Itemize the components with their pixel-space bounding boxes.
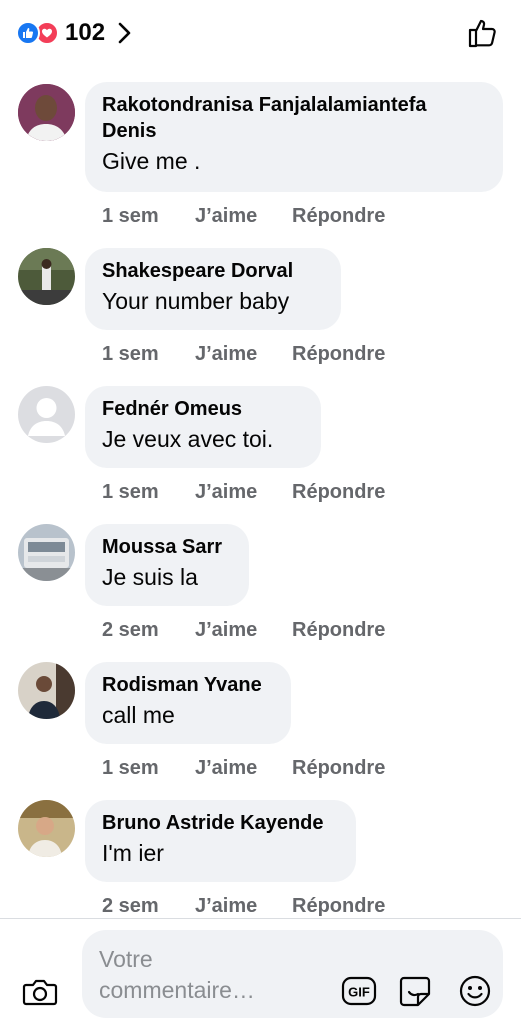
reactions-summary[interactable]: 102	[16, 18, 131, 48]
reaction-count: 102	[65, 19, 106, 46]
comment-time[interactable]: 1 sem	[102, 481, 195, 504]
comment-bubble[interactable]: Rodisman Yvane call me	[85, 662, 291, 744]
comment-time[interactable]: 1 sem	[102, 205, 195, 228]
emoji-icon[interactable]	[458, 974, 492, 1013]
chevron-right-icon[interactable]	[117, 22, 131, 44]
comment-text: Give me .	[102, 148, 201, 174]
comment-bubble[interactable]: Moussa Sarr Je suis la	[85, 524, 249, 606]
reply-link[interactable]: Répondre	[292, 619, 385, 642]
comment-text: Je suis la	[102, 564, 198, 590]
comment-actions: 1 sem J’aime Répondre	[102, 757, 385, 780]
reply-link[interactable]: Répondre	[292, 343, 385, 366]
camera-icon[interactable]	[22, 977, 58, 1012]
comment-author[interactable]: Moussa Sarr	[102, 534, 231, 560]
reactions-header: 102	[0, 0, 521, 66]
avatar[interactable]	[18, 800, 75, 857]
comment-time[interactable]: 1 sem	[102, 757, 195, 780]
avatar[interactable]	[18, 386, 75, 443]
thumbs-up-icon[interactable]	[467, 17, 499, 54]
comment-text: I'm ier	[102, 840, 164, 866]
comment-author[interactable]: Shakespeare Dorval	[102, 258, 323, 284]
gif-label: GIF	[348, 985, 370, 1000]
like-link[interactable]: J’aime	[195, 343, 292, 366]
comment-bubble[interactable]: Fednér Omeus Je veux avec toi.	[85, 386, 321, 468]
like-link[interactable]: J’aime	[195, 481, 292, 504]
like-link[interactable]: J’aime	[195, 895, 292, 918]
comment-text: Your number baby	[102, 288, 290, 314]
like-link[interactable]: J’aime	[195, 757, 292, 780]
comment-input[interactable]: Votre commentaire… GIF	[82, 930, 503, 1018]
comment-author[interactable]: Bruno Astride Kayende	[102, 810, 338, 836]
comment-actions: 1 sem J’aime Répondre	[102, 343, 385, 366]
avatar[interactable]	[18, 248, 75, 305]
comment-placeholder: Votre commentaire…	[99, 946, 255, 1003]
comment-actions: 1 sem J’aime Répondre	[102, 481, 385, 504]
like-link[interactable]: J’aime	[195, 619, 292, 642]
reply-link[interactable]: Répondre	[292, 757, 385, 780]
comment-actions: 2 sem J’aime Répondre	[102, 619, 385, 642]
comment-text: call me	[102, 702, 175, 728]
comment-author[interactable]: Rakotondranisa Fanjalalamiantefa Denis	[102, 92, 485, 144]
comment-text: Je veux avec toi.	[102, 426, 274, 452]
reply-link[interactable]: Répondre	[292, 481, 385, 504]
reply-link[interactable]: Répondre	[292, 205, 385, 228]
comment-actions: 2 sem J’aime Répondre	[102, 895, 385, 918]
comment-time[interactable]: 1 sem	[102, 343, 195, 366]
reply-link[interactable]: Répondre	[292, 895, 385, 918]
avatar[interactable]	[18, 662, 75, 719]
comment-bubble[interactable]: Bruno Astride Kayende I'm ier	[85, 800, 356, 882]
like-reaction-icon	[16, 21, 40, 45]
comment-bubble[interactable]: Shakespeare Dorval Your number baby	[85, 248, 341, 330]
comment-author[interactable]: Fednér Omeus	[102, 396, 303, 422]
sticker-icon[interactable]	[398, 974, 432, 1013]
comment-actions: 1 sem J’aime Répondre	[102, 205, 385, 228]
comment-composer: Votre commentaire… GIF	[0, 918, 521, 1025]
like-link[interactable]: J’aime	[195, 205, 292, 228]
avatar[interactable]	[18, 84, 75, 141]
comment-time[interactable]: 2 sem	[102, 895, 195, 918]
comment-bubble[interactable]: Rakotondranisa Fanjalalamiantefa Denis G…	[85, 82, 503, 192]
avatar[interactable]	[18, 524, 75, 581]
comment-time[interactable]: 2 sem	[102, 619, 195, 642]
gif-icon[interactable]: GIF	[341, 975, 377, 1012]
comment-author[interactable]: Rodisman Yvane	[102, 672, 273, 698]
